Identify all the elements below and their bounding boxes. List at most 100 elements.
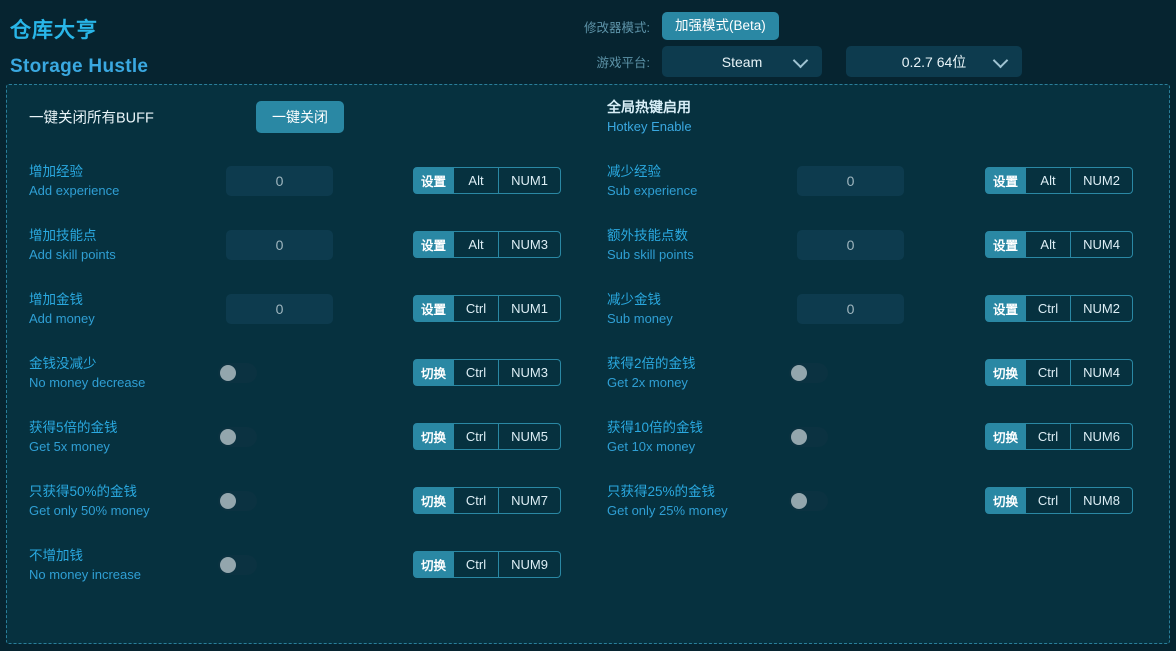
option-labels: 只获得25%的金钱 Get only 25% money: [607, 482, 787, 520]
app-header: 仓库大亨 Storage Hustle 修改器模式: 加强模式(Beta) 游戏…: [0, 0, 1176, 82]
option-label-en: Add experience: [29, 183, 120, 198]
hotkey-key[interactable]: NUM2: [1071, 167, 1134, 194]
hotkey-modifier-key[interactable]: Alt: [454, 231, 500, 258]
header-controls: 修改器模式: 加强模式(Beta) 游戏平台: Steam 0.2.7 64位: [560, 0, 1176, 82]
option-label-cn: 增加技能点: [29, 228, 97, 243]
option-toggle[interactable]: [789, 427, 828, 447]
hotkey-action-button[interactable]: 设置: [413, 231, 455, 258]
option-value-input[interactable]: [226, 166, 333, 196]
hotkey-key[interactable]: NUM4: [1071, 231, 1134, 258]
game-platform-label: 游戏平台:: [596, 56, 650, 70]
hotkey-action-button[interactable]: 切换: [985, 423, 1027, 450]
hotkey-modifier-key[interactable]: Ctrl: [1026, 423, 1072, 450]
option-value-input[interactable]: [797, 166, 904, 196]
hotkey-action-button[interactable]: 切换: [413, 551, 455, 578]
option-toggle[interactable]: [218, 491, 257, 511]
hotkey-key[interactable]: NUM2: [1071, 295, 1134, 322]
option-labels: 获得2倍的金钱 Get 2x money: [607, 354, 787, 392]
version-select[interactable]: 0.2.7 64位: [846, 46, 1022, 77]
hotkey-action-button[interactable]: 切换: [985, 359, 1027, 386]
option-row: 增加技能点 Add skill points 设置AltNUM3: [7, 213, 589, 277]
toggle-knob-icon: [220, 493, 236, 509]
hotkey-modifier-key[interactable]: Ctrl: [454, 487, 500, 514]
hotkey-action-button[interactable]: 切换: [413, 359, 455, 386]
option-label-cn: 增加经验: [29, 164, 83, 179]
option-label-cn: 不增加钱: [29, 548, 83, 563]
option-toggle[interactable]: [789, 363, 828, 383]
app-title-en: Storage Hustle: [10, 56, 149, 77]
hotkey-modifier-key[interactable]: Ctrl: [454, 551, 500, 578]
option-value-input[interactable]: [797, 294, 904, 324]
option-value-input[interactable]: [797, 230, 904, 260]
hotkey-key[interactable]: NUM1: [499, 167, 562, 194]
hotkey-modifier-key[interactable]: Ctrl: [1026, 359, 1072, 386]
option-label-cn: 获得10倍的金钱: [607, 420, 704, 435]
option-labels: 减少经验 Sub experience: [607, 162, 787, 200]
hotkey-key[interactable]: NUM4: [1071, 359, 1134, 386]
hotkey-group: 切换 Ctrl NUM5: [413, 423, 562, 450]
option-toggle[interactable]: [218, 427, 257, 447]
option-row: 获得5倍的金钱 Get 5x money 切换 Ctrl NUM5: [7, 405, 589, 469]
option-labels: 增加金钱 Add money: [29, 290, 209, 328]
hotkey-modifier-key[interactable]: Ctrl: [1026, 487, 1072, 514]
option-label-cn: 额外技能点数: [607, 228, 688, 243]
option-row: 获得2倍的金钱 Get 2x money 切换 Ctrl NUM4: [589, 341, 1171, 405]
modifier-mode-button[interactable]: 加强模式(Beta): [662, 12, 779, 40]
option-toggle[interactable]: [218, 363, 257, 383]
hotkey-action-button[interactable]: 设置: [985, 295, 1027, 322]
modifier-mode-row: 修改器模式: 加强模式(Beta): [560, 12, 779, 40]
hotkey-group: 切换 Ctrl NUM4: [985, 359, 1134, 386]
hotkey-key[interactable]: NUM6: [1071, 423, 1134, 450]
option-value-input[interactable]: [226, 230, 333, 260]
hotkey-enable-label-en: Hotkey Enable: [607, 119, 692, 134]
option-label-cn: 只获得50%的金钱: [29, 484, 138, 499]
option-row: 金钱没减少 No money decrease 切换 Ctrl NUM3: [7, 341, 589, 405]
option-labels: 金钱没减少 No money decrease: [29, 354, 209, 392]
option-label-cn: 金钱没减少: [29, 356, 97, 371]
hotkey-action-button[interactable]: 设置: [413, 167, 455, 194]
disable-all-buffs-button[interactable]: 一键关闭: [256, 101, 344, 133]
hotkey-action-button[interactable]: 切换: [985, 487, 1027, 514]
hotkey-modifier-key[interactable]: Ctrl: [454, 359, 500, 386]
option-value-input[interactable]: [226, 294, 333, 324]
hotkey-modifier-key[interactable]: Ctrl: [1026, 295, 1072, 322]
hotkey-modifier-key[interactable]: Alt: [1026, 167, 1072, 194]
platform-select[interactable]: Steam: [662, 46, 822, 77]
hotkey-key[interactable]: NUM9: [499, 551, 562, 578]
app-title-cn: 仓库大亨: [10, 19, 98, 42]
hotkey-key[interactable]: NUM5: [499, 423, 562, 450]
hotkey-modifier-key[interactable]: Ctrl: [454, 423, 500, 450]
option-label-en: Add skill points: [29, 247, 116, 262]
hotkey-key[interactable]: NUM1: [499, 295, 562, 322]
cheat-options-panel: 一键关闭所有BUFF 一键关闭 增加经验Add experience设置AltN…: [6, 84, 1170, 644]
option-label-en: Get only 25% money: [607, 503, 728, 518]
hotkey-modifier-key[interactable]: Ctrl: [454, 295, 500, 322]
option-labels: 获得5倍的金钱 Get 5x money: [29, 418, 209, 456]
hotkey-enable-row: 全局热键启用 Hotkey Enable: [589, 85, 1171, 149]
hotkey-key[interactable]: NUM8: [1071, 487, 1134, 514]
disable-all-buffs-row: 一键关闭所有BUFF 一键关闭: [7, 85, 589, 149]
hotkey-key[interactable]: NUM7: [499, 487, 562, 514]
option-label-en: No money increase: [29, 567, 141, 582]
modifier-mode-label: 修改器模式:: [584, 20, 650, 35]
option-label-en: Get 10x money: [607, 439, 696, 454]
hotkey-action-button[interactable]: 切换: [413, 423, 455, 450]
hotkey-key[interactable]: NUM3: [499, 231, 562, 258]
option-row: 获得10倍的金钱 Get 10x money 切换 Ctrl NUM6: [589, 405, 1171, 469]
hotkey-key[interactable]: NUM3: [499, 359, 562, 386]
option-label-en: Get only 50% money: [29, 503, 150, 518]
hotkey-action-button[interactable]: 设置: [985, 167, 1027, 194]
hotkey-modifier-key[interactable]: Alt: [1026, 231, 1072, 258]
hotkey-group: 切换 Ctrl NUM6: [985, 423, 1134, 450]
hotkey-action-button[interactable]: 设置: [413, 295, 455, 322]
hotkey-action-button[interactable]: 切换: [413, 487, 455, 514]
hotkey-group: 切换 Ctrl NUM7: [413, 487, 562, 514]
hotkey-group: 设置 Alt NUM2: [985, 167, 1134, 194]
hotkey-action-button[interactable]: 设置: [985, 231, 1027, 258]
option-toggle[interactable]: [218, 555, 257, 575]
version-select-value: 0.2.7 64位: [901, 53, 967, 70]
option-toggle[interactable]: [789, 491, 828, 511]
option-label-cn: 减少金钱: [607, 292, 661, 307]
hotkey-modifier-key[interactable]: Alt: [454, 167, 500, 194]
option-labels: 增加经验 Add experience: [29, 162, 209, 200]
